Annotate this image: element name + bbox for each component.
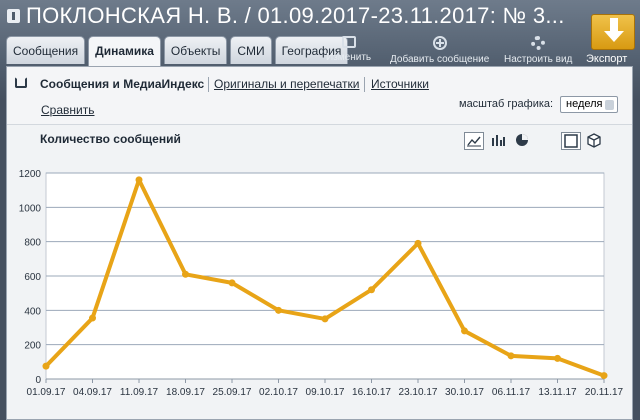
x-tick-label: 20.11.17: [585, 387, 624, 398]
x-tick-label: 23.10.17: [399, 387, 438, 398]
chart-scale-select[interactable]: неделя: [560, 96, 618, 113]
nav-divider: [208, 77, 209, 92]
customize-view-label: Настроить вид: [504, 54, 573, 65]
bar-chart-button[interactable]: [489, 132, 509, 150]
x-tick-label: 25.09.17: [213, 387, 252, 398]
data-point[interactable]: [461, 327, 468, 335]
info-icon: [7, 9, 20, 23]
tab-messages[interactable]: Сообщения: [6, 36, 86, 64]
edit-icon: [341, 36, 356, 48]
subnav-sources[interactable]: Источники: [371, 77, 429, 91]
edit-button[interactable]: Изменить: [326, 36, 371, 63]
edit-label: Изменить: [326, 52, 372, 63]
x-tick-label: 09.10.17: [306, 387, 345, 398]
x-axis: 01.09.17 04.09.17 11.09.17 18.09.17 25.09.17…: [27, 379, 624, 398]
app-window: ПОКЛОНСКАЯ Н. В. / 01.09.2017-23.11.2017…: [0, 0, 640, 420]
add-icon: [432, 36, 447, 50]
main-panel: Сообщения и МедиаИндекс Оригиналы и пере…: [6, 66, 633, 420]
add-message-button[interactable]: Добавить сообщение: [390, 36, 489, 65]
sub-navigation: Сообщения и МедиаИндекс Оригиналы и пере…: [7, 67, 632, 125]
y-tick-label: 800: [24, 238, 41, 249]
data-point[interactable]: [321, 315, 329, 323]
data-point[interactable]: [228, 279, 236, 287]
tab-objects[interactable]: Объекты: [163, 36, 228, 64]
y-tick-label: 400: [24, 306, 41, 317]
data-point[interactable]: [600, 372, 608, 380]
nav-divider: [364, 77, 365, 92]
frame-toggle-button[interactable]: [561, 132, 581, 150]
download-arrow-icon: [604, 18, 624, 44]
chart-scale-label: масштаб графика:: [459, 98, 554, 110]
title-bar: ПОКЛОНСКАЯ Н. В. / 01.09.2017-23.11.2017…: [0, 0, 640, 34]
y-tick-label: 1000: [19, 203, 42, 214]
gear-icon: [531, 36, 546, 50]
line-chart-button[interactable]: [464, 132, 484, 150]
x-tick-label: 16.10.17: [352, 387, 391, 398]
select-caret-icon: [605, 100, 614, 110]
chart-title: Количество сообщений: [40, 132, 181, 146]
tab-dynamics[interactable]: Динамика: [88, 36, 161, 66]
subnav-messages-mediaindex[interactable]: Сообщения и МедиаИндекс: [40, 77, 204, 91]
tab-bar: Сообщения Динамика Объекты СМИ География: [6, 36, 349, 66]
x-tick-label: 18.09.17: [166, 387, 205, 398]
add-message-label: Добавить сообщение: [390, 54, 490, 65]
x-tick-label: 11.09.17: [120, 387, 159, 398]
frame-toggle-icon: [564, 134, 578, 148]
y-axis: 0 200 400 600 800 1000 1200: [19, 169, 42, 386]
compare-link[interactable]: Сравнить: [41, 103, 94, 117]
chart-scale-value: неделя: [566, 98, 603, 110]
x-tick-label: 06.11.17: [492, 387, 531, 398]
data-point[interactable]: [554, 354, 561, 362]
data-point[interactable]: [42, 362, 50, 370]
x-tick-label: 02.10.17: [259, 387, 298, 398]
y-tick-label: 1200: [19, 169, 42, 180]
bar-chart-icon: [492, 135, 505, 146]
data-point[interactable]: [135, 176, 143, 184]
x-tick-label: 30.10.17: [445, 387, 484, 398]
pie-chart-icon: [516, 134, 528, 146]
x-tick-label: 13.11.17: [538, 387, 577, 398]
messages-line-chart: 0 200 400 600 800 1000 1200 01.09.17 04.09.17 11…: [19, 169, 624, 398]
y-tick-label: 200: [24, 341, 41, 352]
data-point[interactable]: [182, 270, 189, 278]
data-point[interactable]: [507, 352, 515, 360]
subnav-originals-reprints[interactable]: Оригиналы и перепечатки: [214, 77, 360, 91]
y-tick-label: 0: [35, 375, 41, 386]
view-3d-button[interactable]: [585, 132, 605, 150]
data-point[interactable]: [414, 239, 422, 247]
data-point[interactable]: [275, 306, 282, 314]
window-title: ПОКЛОНСКАЯ Н. В. / 01.09.2017-23.11.2017…: [26, 3, 565, 28]
customize-view-button[interactable]: Настроить вид: [504, 36, 572, 65]
export-label[interactable]: Экспорт: [586, 53, 627, 65]
x-tick-label: 04.09.17: [73, 387, 112, 398]
pie-chart-button[interactable]: [513, 132, 533, 150]
export-button[interactable]: [591, 14, 635, 50]
refresh-icon[interactable]: [15, 77, 27, 88]
data-point[interactable]: [89, 314, 96, 322]
x-tick-label: 01.09.17: [27, 387, 66, 398]
tab-media[interactable]: СМИ: [230, 36, 272, 64]
cube-3d-icon: [587, 133, 601, 148]
data-point[interactable]: [368, 286, 375, 294]
y-tick-label: 600: [24, 272, 41, 283]
line-chart-icon: [467, 136, 481, 147]
